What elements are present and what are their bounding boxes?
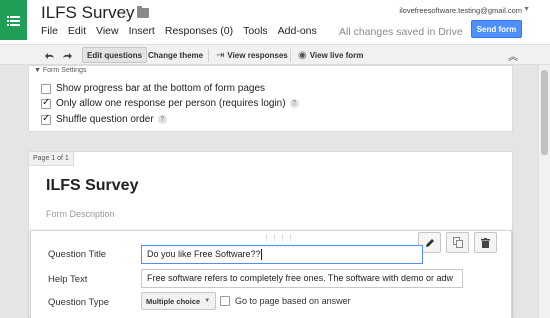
checkbox[interactable]	[41, 113, 51, 125]
menu-insert[interactable]: Insert	[129, 25, 155, 37]
toolbar-divider	[208, 49, 209, 62]
question-title-value: Do you like Free Software??	[147, 249, 261, 259]
send-form-button[interactable]: Send form	[471, 20, 522, 38]
account-email[interactable]: ilovefreesoftware.testing@gmail.com	[399, 6, 522, 15]
duplicate-icon	[452, 237, 463, 248]
page-indicator: Page 1 of 1	[29, 152, 74, 166]
delete-question-button[interactable]	[474, 232, 497, 253]
question-type-select[interactable]: Multiple choice ▼	[141, 292, 216, 310]
help-text-input[interactable]: Free software refers to completely free …	[141, 269, 463, 288]
goto-page-option[interactable]: Go to page based on answer	[220, 296, 351, 306]
collapse-icon[interactable]: ︽	[508, 48, 518, 63]
form-description-field[interactable]: Form Description	[46, 209, 115, 219]
view-responses-label: View responses	[227, 50, 288, 60]
redo-icon	[63, 52, 72, 59]
undo-button[interactable]	[40, 47, 59, 63]
trash-icon	[481, 237, 490, 248]
toolbar: Edit questions Change theme ⇥ View respo…	[0, 44, 550, 65]
star-icon[interactable]: ☆	[118, 5, 131, 22]
form-settings-panel: ▼ Form Settings Show progress bar at the…	[28, 65, 513, 132]
menu-addons[interactable]: Add-ons	[278, 25, 317, 37]
scroll-thumb[interactable]	[541, 70, 548, 155]
redo-button[interactable]	[58, 47, 77, 63]
duplicate-question-button[interactable]	[446, 232, 469, 253]
undo-icon	[45, 52, 54, 59]
option-label: Show progress bar at the bottom of form …	[56, 83, 265, 94]
view-responses-button[interactable]: ⇥ View responses	[212, 47, 292, 63]
shuffle-order-option[interactable]: Shuffle question order ?	[41, 113, 167, 125]
change-theme-button[interactable]: Change theme	[144, 47, 207, 63]
form-title[interactable]: ILFS Survey	[46, 177, 138, 195]
question-editor: ⋮⋮⋮⋮ Question Title Do you like Free Sof…	[30, 230, 512, 318]
menu-tools[interactable]: Tools	[243, 25, 268, 37]
menu-view[interactable]: View	[96, 25, 119, 37]
checkbox[interactable]	[220, 296, 230, 306]
save-status: All changes saved in Drive	[339, 26, 463, 38]
question-title-label: Question Title	[48, 249, 107, 260]
scrollbar[interactable]	[538, 65, 550, 318]
question-type-value: Multiple choice	[146, 296, 201, 306]
question-type-label: Question Type	[48, 297, 110, 308]
toolbar-divider	[290, 49, 291, 62]
form-settings-header[interactable]: ▼ Form Settings	[34, 67, 86, 74]
help-text-label: Help Text	[48, 274, 88, 285]
form-page: Page 1 of 1 ILFS Survey Form Description…	[28, 151, 513, 318]
view-live-form-button[interactable]: ◉ View live form	[294, 47, 367, 63]
checkbox[interactable]	[41, 97, 51, 109]
pencil-icon	[425, 238, 434, 247]
chevron-down-icon[interactable]: ▼	[523, 6, 530, 13]
text-cursor	[260, 249, 262, 261]
menu-responses[interactable]: Responses (0)	[165, 25, 233, 37]
edit-questions-button[interactable]: Edit questions	[82, 47, 148, 63]
chevron-down-icon: ▼	[204, 298, 211, 304]
option-label: Shuffle question order	[56, 114, 154, 125]
menu-edit[interactable]: Edit	[68, 25, 86, 37]
folder-icon[interactable]	[137, 6, 149, 18]
help-icon[interactable]: ?	[289, 99, 299, 108]
view-live-form-label: View live form	[309, 50, 364, 60]
question-title-input[interactable]: Do you like Free Software??	[141, 245, 423, 264]
form-settings-label: Form Settings	[42, 67, 87, 74]
goto-page-label: Go to page based on answer	[235, 296, 351, 306]
forms-menu-icon	[7, 15, 20, 26]
forms-home-button[interactable]	[0, 0, 27, 40]
menu-bar: File Edit View Insert Responses (0) Tool…	[41, 25, 327, 37]
help-icon[interactable]: ?	[157, 115, 167, 124]
checkbox[interactable]	[41, 83, 51, 94]
menu-file[interactable]: File	[41, 25, 58, 37]
progress-bar-option[interactable]: Show progress bar at the bottom of form …	[41, 83, 265, 94]
live-form-icon: ◉	[298, 49, 307, 61]
option-label: Only allow one response per person (requ…	[56, 98, 286, 109]
one-response-option[interactable]: Only allow one response per person (requ…	[41, 97, 299, 109]
export-icon: ⇥	[216, 49, 225, 61]
drag-handle-icon[interactable]: ⋮⋮⋮⋮	[263, 234, 295, 242]
